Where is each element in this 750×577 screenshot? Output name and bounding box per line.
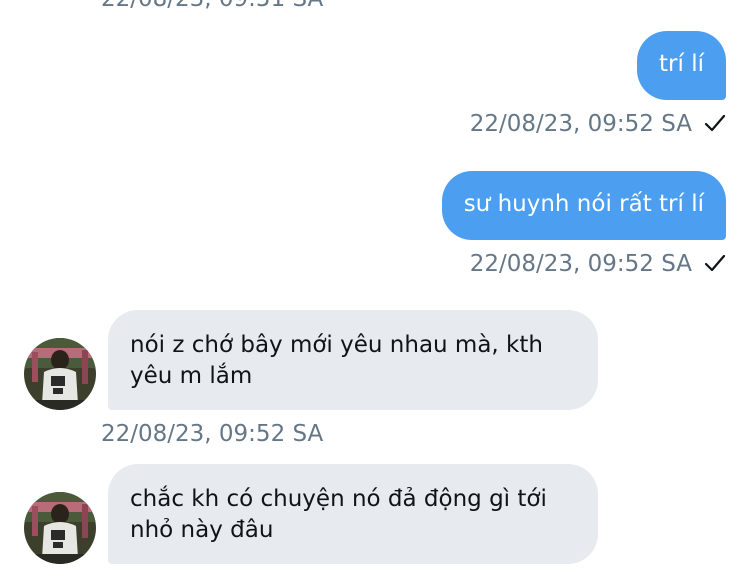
- user-avatar[interactable]: [24, 492, 96, 564]
- message-timestamp: 22/08/23, 09:52 SA: [469, 111, 692, 137]
- message-timestamp-row: 22/08/23, 09:52 SA: [470, 113, 726, 138]
- outgoing-message-bubble[interactable]: sư huynh nói rất trí lí: [441, 171, 726, 240]
- message-text: sư huynh nói rất trí lí: [463, 191, 704, 217]
- message-text: trí lí: [659, 51, 704, 77]
- user-avatar[interactable]: [24, 338, 96, 410]
- outgoing-message-bubble[interactable]: trí lí: [637, 31, 726, 100]
- check-icon: [704, 253, 726, 278]
- conversation-view: 22/08/23, 09:51 SA trí lí 22/08/23, 09:5…: [0, 0, 750, 577]
- message-text: nói z chớ bây mới yêu nhau mà, kth yêu m…: [130, 332, 543, 389]
- message-timestamp: 22/08/23, 09:51 SA: [101, 0, 323, 11]
- incoming-message-bubble[interactable]: chắc kh có chuyện nó đả động gì tới nhỏ …: [108, 464, 598, 564]
- message-timestamp: 22/08/23, 09:52 SA: [469, 251, 692, 277]
- message-timestamp: 22/08/23, 09:52 SA: [101, 421, 324, 447]
- incoming-message-bubble[interactable]: nói z chớ bây mới yêu nhau mà, kth yêu m…: [108, 310, 598, 410]
- check-icon: [704, 113, 726, 138]
- message-text: chắc kh có chuyện nó đả động gì tới nhỏ …: [130, 486, 547, 543]
- message-timestamp-row: 22/08/23, 09:52 SA: [470, 253, 726, 278]
